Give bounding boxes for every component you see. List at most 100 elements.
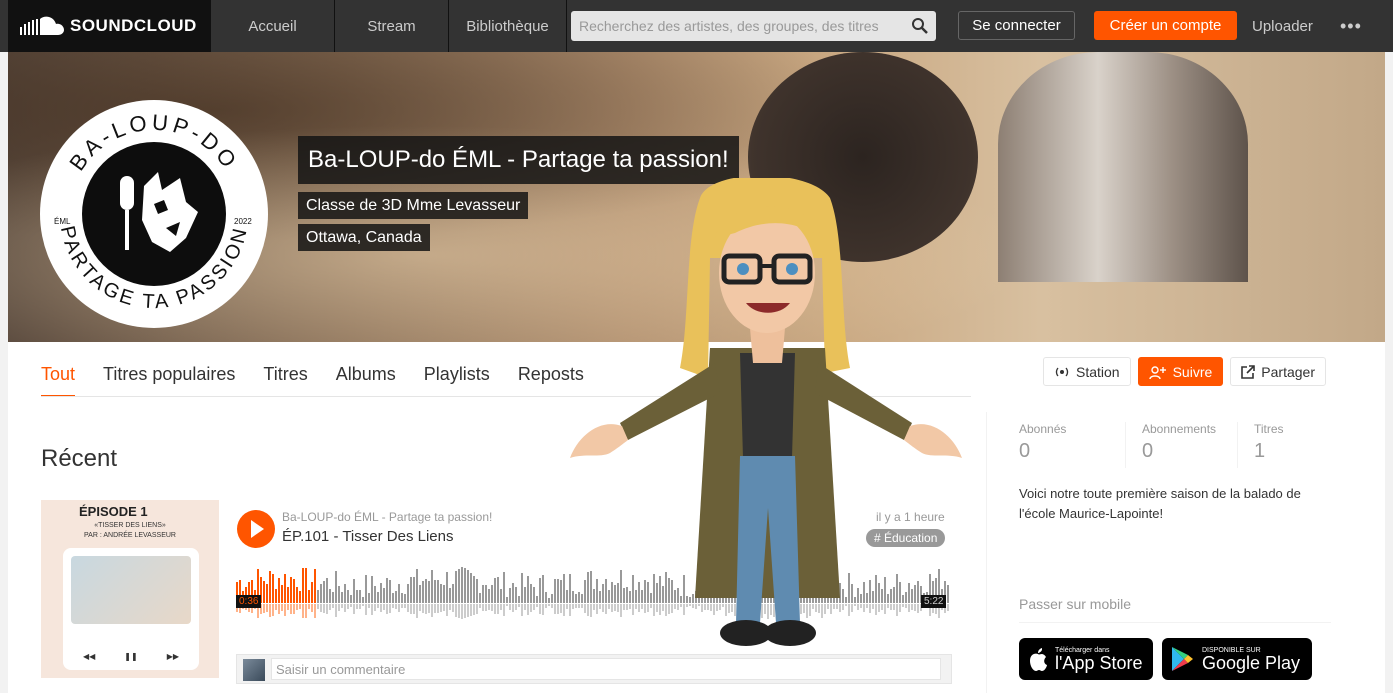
search-icon[interactable]: [911, 17, 928, 34]
waveform-reflection: [515, 604, 517, 610]
station-button[interactable]: Station: [1043, 357, 1131, 386]
stat-followers[interactable]: Abonnés 0: [1019, 422, 1066, 463]
profile-tabs: Tout Titres populaires Titres Albums Pla…: [41, 364, 612, 397]
app-store-text: Télécharger dans l'App Store: [1055, 647, 1143, 672]
waveform-bar: [335, 571, 337, 603]
google-play-big: Google Play: [1202, 652, 1301, 673]
waveform-reflection: [425, 604, 427, 614]
play-button[interactable]: [237, 510, 275, 548]
waveform-bar: [422, 581, 424, 603]
stat-tracks[interactable]: Titres 1: [1254, 422, 1284, 463]
waveform-reflection: [437, 604, 439, 613]
stat-following[interactable]: Abonnements 0: [1142, 422, 1216, 463]
waveform-bar: [305, 568, 307, 603]
waveform-bar: [512, 583, 514, 603]
upload-link[interactable]: Uploader: [1252, 0, 1313, 52]
track-uploader[interactable]: Ba-LOUP-do ÉML - Partage ta passion!: [282, 510, 492, 524]
waveform-bar: [530, 584, 532, 603]
signup-button[interactable]: Créer un compte: [1094, 11, 1237, 40]
tab-playlists[interactable]: Playlists: [424, 364, 490, 397]
waveform-reflection: [323, 604, 325, 613]
search-box: [571, 11, 936, 41]
waveform-bar: [449, 588, 451, 603]
nav-bibliotheque[interactable]: Bibliothèque: [449, 0, 567, 52]
tab-titres-populaires[interactable]: Titres populaires: [103, 364, 235, 397]
waveform-reflection: [350, 604, 352, 607]
google-play-icon: [1172, 647, 1193, 671]
tab-titres[interactable]: Titres: [263, 364, 307, 397]
profile-bio: Voici notre toute première saison de la …: [1019, 486, 1301, 521]
waveform-bar: [401, 593, 403, 603]
waveform-reflection: [518, 604, 520, 607]
waveform-reflection: [476, 604, 478, 614]
waveform-reflection: [269, 604, 271, 617]
share-label: Partager: [1261, 363, 1315, 380]
tab-tout[interactable]: Tout: [41, 364, 76, 397]
nav-stream[interactable]: Stream: [335, 0, 449, 52]
stat-followers-label: Abonnés: [1019, 422, 1067, 436]
add-user-icon: [1148, 365, 1166, 379]
tab-albums[interactable]: Albums: [336, 364, 396, 397]
more-menu[interactable]: •••: [1340, 0, 1362, 52]
waveform-reflection: [551, 604, 553, 608]
waveform-reflection: [533, 604, 535, 610]
nav-inner: SOUNDCLOUD Accueil Stream Bibliothèque S…: [8, 0, 1385, 52]
waveform-reflection: [263, 604, 265, 613]
waveform-reflection: [434, 604, 436, 613]
waveform-reflection: [482, 604, 484, 611]
waveform-bar: [509, 588, 511, 603]
waveform-bar: [272, 574, 274, 603]
waveform-bar: [419, 585, 421, 603]
waveform-bar: [404, 594, 406, 603]
waveform-reflection: [530, 604, 532, 612]
waveform-bar: [383, 588, 385, 603]
waveform-reflection: [359, 604, 361, 609]
login-button[interactable]: Se connecter: [958, 11, 1075, 40]
soundcloud-logo[interactable]: SOUNDCLOUD: [8, 0, 211, 52]
waveform-reflection: [296, 604, 298, 610]
waveform-bar: [410, 577, 412, 603]
waveform-bar: [359, 590, 361, 603]
waveform-reflection: [443, 604, 445, 611]
waveform-bar: [389, 580, 391, 603]
google-play-button[interactable]: DISPONIBLE SUR Google Play: [1162, 638, 1312, 680]
app-store-button[interactable]: Télécharger dans l'App Store: [1019, 638, 1153, 680]
waveform-bar: [452, 584, 454, 603]
waveform-bar: [503, 572, 505, 603]
waveform-reflection: [413, 604, 415, 614]
waveform-reflection: [461, 604, 463, 619]
comment-avatar: [243, 659, 265, 681]
waveform-bar: [338, 586, 340, 603]
track-title[interactable]: ÉP.101 - Tisser Des Liens: [282, 528, 453, 545]
search-input[interactable]: [571, 11, 936, 41]
waveform-reflection: [422, 604, 424, 613]
waveform-bar: [323, 581, 325, 603]
share-button[interactable]: Partager: [1230, 357, 1326, 386]
follow-button[interactable]: Suivre: [1137, 357, 1224, 386]
nav-accueil[interactable]: Accueil: [211, 0, 335, 52]
waveform-reflection: [380, 604, 382, 612]
waveform-bar: [269, 571, 271, 603]
share-icon: [1241, 364, 1256, 379]
waveform-reflection: [266, 604, 268, 612]
waveform-reflection: [293, 604, 295, 614]
soundcloud-cloud-icon: [20, 16, 64, 35]
waveform-bar: [299, 591, 301, 603]
waveform-reflection: [464, 604, 466, 618]
track-artwork[interactable]: ÉPISODE 1 «TISSER DES LIENS» PAR : ANDRÉ…: [41, 500, 219, 678]
waveform-reflection: [491, 604, 493, 611]
waveform-bar: [467, 570, 469, 603]
artwork-subtitle: «TISSER DES LIENS»: [94, 522, 166, 529]
apple-icon: [1030, 648, 1047, 671]
follow-label: Suivre: [1172, 363, 1213, 380]
waveform-bar: [386, 578, 388, 603]
profile-avatar[interactable]: BA-LOUP-DO PARTAGE TA PASSION ÉML 2022: [40, 100, 268, 328]
waveform-reflection: [428, 604, 430, 613]
waveform-bar: [473, 576, 475, 603]
waveform-reflection: [332, 604, 334, 608]
waveform-bar: [281, 585, 283, 603]
profile-name: Ba-LOUP-do ÉML - Partage ta passion!: [298, 136, 739, 184]
waveform-reflection: [542, 604, 544, 615]
waveform-bar: [302, 568, 304, 603]
waveform-bar: [413, 577, 415, 603]
